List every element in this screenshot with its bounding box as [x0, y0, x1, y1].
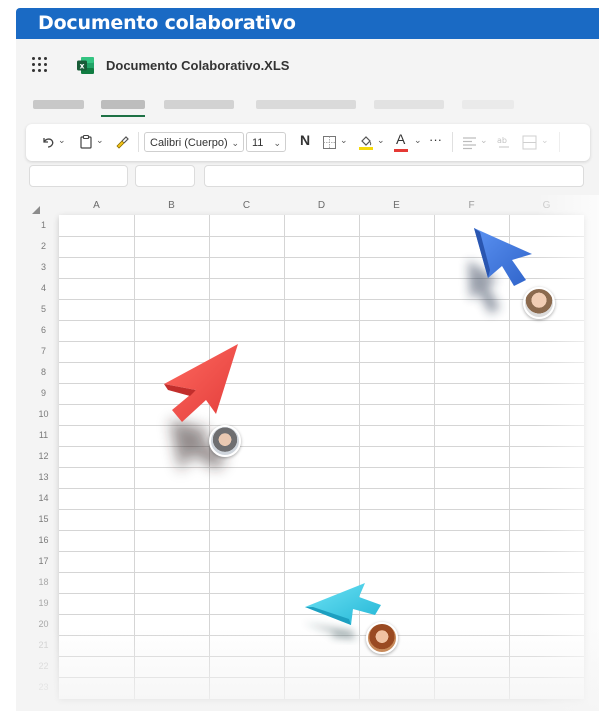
grid-line — [59, 509, 584, 510]
tab-3[interactable] — [164, 100, 234, 109]
font-size-select[interactable]: 11 ⌄ — [246, 132, 286, 152]
row-header-13[interactable]: 13 — [28, 467, 59, 488]
font-size-value: 11 — [252, 137, 264, 149]
font-color-button[interactable]: A — [396, 131, 405, 147]
row-header-12[interactable]: 12 — [28, 446, 59, 467]
grid-line — [59, 677, 584, 678]
column-header-b[interactable]: B — [134, 196, 209, 216]
svg-text:ab: ab — [497, 136, 507, 145]
tab-4[interactable] — [256, 100, 356, 109]
chevron-down-icon[interactable]: ⌄ — [541, 135, 549, 146]
row-header-18[interactable]: 18 — [28, 572, 59, 593]
divider — [559, 132, 560, 152]
chevron-down-icon[interactable]: ⌄ — [96, 135, 104, 146]
collaborator-avatar[interactable] — [209, 425, 241, 457]
window-title: Documento colaborativo — [38, 12, 296, 34]
select-all-corner[interactable] — [32, 206, 40, 214]
formula-input[interactable] — [204, 165, 584, 187]
grid-line — [59, 572, 584, 573]
clipboard-icon[interactable] — [78, 134, 94, 150]
active-tab-indicator — [101, 115, 145, 117]
grid-line — [59, 551, 584, 552]
undo-icon[interactable] — [40, 134, 56, 150]
chevron-down-icon[interactable]: ⌄ — [340, 135, 348, 146]
bold-button[interactable]: N — [300, 132, 310, 148]
file-name[interactable]: Documento Colaborativo.XLS — [106, 58, 289, 73]
align-icon[interactable] — [462, 135, 477, 150]
grid-line — [59, 656, 584, 657]
name-box[interactable] — [29, 165, 128, 187]
row-header-8[interactable]: 8 — [28, 362, 59, 383]
column-header-d[interactable]: D — [284, 196, 359, 216]
chevron-down-icon: ⌄ — [231, 138, 239, 148]
grid-line — [59, 530, 584, 531]
ribbon-tabs — [16, 99, 599, 117]
chevron-down-icon[interactable]: ⌄ — [377, 135, 385, 146]
borders-icon[interactable] — [322, 135, 337, 150]
formula-bar-row — [28, 165, 584, 189]
row-header-16[interactable]: 16 — [28, 530, 59, 551]
row-header-9[interactable]: 9 — [28, 383, 59, 404]
row-header-2[interactable]: 2 — [28, 236, 59, 257]
row-header-21[interactable]: 21 — [28, 635, 59, 656]
wrap-text-icon[interactable]: ab — [496, 134, 512, 150]
chevron-down-icon: ⌄ — [273, 138, 281, 148]
collaborator-avatar[interactable] — [523, 287, 555, 319]
row-header-19[interactable]: 19 — [28, 593, 59, 614]
row-header-14[interactable]: 14 — [28, 488, 59, 509]
collaborator-avatar[interactable] — [366, 622, 398, 654]
row-header-20[interactable]: 20 — [28, 614, 59, 635]
row-header-23[interactable]: 23 — [28, 677, 59, 698]
row-header-4[interactable]: 4 — [28, 278, 59, 299]
row-header-5[interactable]: 5 — [28, 299, 59, 320]
row-header-10[interactable]: 10 — [28, 404, 59, 425]
row-header-11[interactable]: 11 — [28, 425, 59, 446]
column-header-e[interactable]: E — [359, 196, 434, 216]
row-header-6[interactable]: 6 — [28, 320, 59, 341]
divider — [452, 132, 453, 152]
row-header-22[interactable]: 22 — [28, 656, 59, 677]
chevron-down-icon[interactable]: ⌄ — [414, 135, 422, 146]
tab-5[interactable] — [374, 100, 444, 109]
chevron-down-icon[interactable]: ⌄ — [58, 135, 66, 146]
tab-1[interactable] — [33, 100, 84, 109]
tab-2[interactable] — [101, 100, 145, 109]
row-header-15[interactable]: 15 — [28, 509, 59, 530]
ribbon-toolbar: ⌄ ⌄ Calibri (Cuerpo) ⌄ 11 ⌄ N ⌄ ⌄ A ⌄ ··… — [26, 124, 590, 161]
font-name-value: Calibri (Cuerpo) — [150, 137, 228, 149]
red-cursor-icon — [164, 344, 238, 472]
title-bar: Documento colaborativo — [16, 8, 599, 39]
chevron-down-icon[interactable]: ⌄ — [480, 135, 488, 146]
fill-color-icon[interactable] — [358, 133, 374, 151]
grid-line — [434, 215, 435, 699]
column-header-a[interactable]: A — [59, 196, 134, 216]
column-header-f[interactable]: F — [434, 196, 509, 216]
row-header-7[interactable]: 7 — [28, 341, 59, 362]
app-bar: x Documento Colaborativo.XLS — [16, 39, 599, 91]
tab-6[interactable] — [462, 100, 514, 109]
svg-text:x: x — [80, 62, 85, 71]
brush-icon[interactable] — [114, 134, 130, 150]
waffle-icon[interactable] — [32, 57, 48, 73]
merge-icon[interactable] — [522, 135, 537, 150]
column-header-c[interactable]: C — [209, 196, 284, 216]
row-header-3[interactable]: 3 — [28, 257, 59, 278]
grid-line — [284, 215, 285, 699]
column-header-g[interactable]: G — [509, 196, 584, 216]
row-header-17[interactable]: 17 — [28, 551, 59, 572]
divider — [138, 132, 139, 152]
row-header-1[interactable]: 1 — [28, 215, 59, 236]
font-name-select[interactable]: Calibri (Cuerpo) ⌄ — [144, 132, 244, 152]
font-color-swatch — [394, 149, 408, 152]
more-options-button[interactable]: ··· — [429, 132, 442, 147]
function-box[interactable] — [135, 165, 195, 187]
excel-icon: x — [77, 57, 94, 74]
